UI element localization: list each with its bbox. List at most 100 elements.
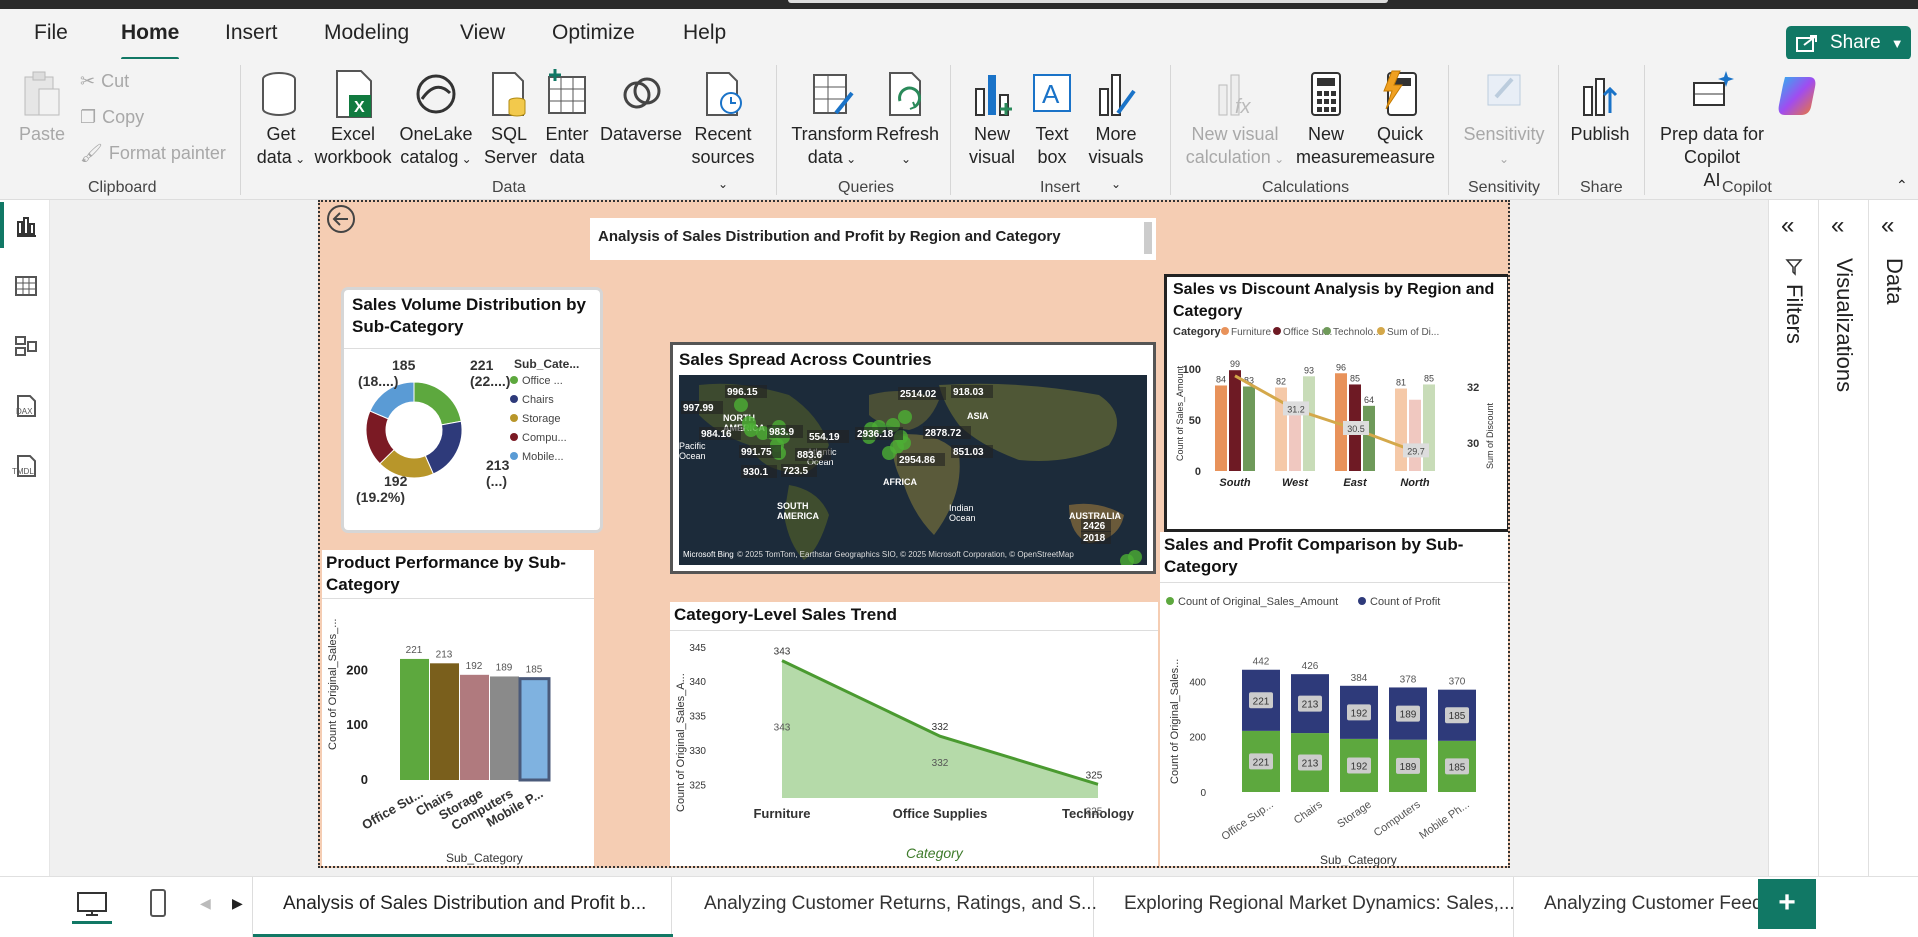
report-page: Analysis of Sales Distribution and Profi… <box>318 200 1510 868</box>
map-bubble[interactable] <box>898 410 912 424</box>
back-arrow-icon[interactable] <box>326 204 356 234</box>
svd-bar[interactable] <box>1395 388 1407 471</box>
scroll-left-icon[interactable]: ◀ <box>200 895 211 912</box>
tag-icon <box>1487 74 1521 106</box>
recent-sources-button[interactable]: Recent sources ⌄ <box>688 69 758 196</box>
menu-help[interactable]: Help <box>683 21 726 45</box>
format-painter-button[interactable]: 🖌 Format painter <box>80 143 226 164</box>
copilot-button[interactable] <box>1772 69 1822 123</box>
sales-profit-tile[interactable]: Sales and Profit Comparison by Sub-Categ… <box>1160 532 1508 866</box>
publish-button[interactable]: Publish <box>1566 69 1634 146</box>
new-visual-calculation-button[interactable]: fx New visual calculation ⌄ <box>1180 69 1290 171</box>
paste-button[interactable]: Paste <box>18 69 66 146</box>
tab-page-2[interactable]: Analyzing Customer Returns, Ratings, and… <box>672 877 1097 937</box>
tmdl-view-icon[interactable]: TMDL <box>12 454 42 478</box>
divider <box>240 65 241 195</box>
svd-bar[interactable] <box>1409 399 1421 471</box>
menu-view[interactable]: View <box>460 21 505 45</box>
y-tick: 340 <box>689 677 706 688</box>
map-tile[interactable]: Sales Spread Across Countries NORTH AMERI… <box>670 342 1156 574</box>
collapse-ribbon-icon[interactable]: ⌃ <box>1896 177 1908 194</box>
map-data-label: 2426 <box>1083 521 1106 532</box>
desktop-view-icon[interactable] <box>76 889 108 919</box>
sensitivity-button[interactable]: Sensitivity ⌄ <box>1454 69 1554 171</box>
report-view-icon[interactable] <box>14 214 38 238</box>
dataverse-button[interactable]: Dataverse <box>600 69 682 146</box>
copilot-icon <box>1778 77 1816 115</box>
map-bubble[interactable] <box>734 398 748 412</box>
svd-bar[interactable] <box>1243 386 1255 471</box>
x-tick: Computers <box>1372 798 1423 839</box>
product-performance-tile[interactable]: Product Performance by Sub-Category Coun… <box>322 550 594 866</box>
svd-bar[interactable] <box>1229 370 1241 471</box>
onelake-catalog-button[interactable]: OneLake catalog ⌄ <box>398 69 474 171</box>
cut-button[interactable]: ✂ Cut <box>80 71 129 92</box>
donut-chart-tile[interactable]: Sales Volume Distribution by Sub-Categor… <box>344 290 600 530</box>
svd-discount-line[interactable] <box>1234 374 1416 453</box>
refresh-button[interactable]: Refresh ⌄ <box>876 69 939 171</box>
svd-bar[interactable] <box>1363 405 1375 471</box>
excel-workbook-button[interactable]: X Excel workbook <box>313 69 393 169</box>
perf-bar[interactable] <box>490 676 519 780</box>
x-tick: Storage <box>1335 799 1373 831</box>
text-box-button[interactable]: A Text box <box>1024 69 1080 169</box>
scroll-right-icon[interactable]: ▶ <box>232 895 243 912</box>
dax-query-view-icon[interactable]: DAX <box>14 394 38 418</box>
search-box[interactable] <box>788 0 1388 3</box>
tab-page-4[interactable]: Analyzing Customer Feedb <box>1514 877 1758 937</box>
perf-bar[interactable] <box>518 677 551 782</box>
donut-slice[interactable] <box>424 420 463 475</box>
menu-insert[interactable]: Insert <box>225 21 278 45</box>
menu-optimize[interactable]: Optimize <box>552 21 635 45</box>
scrollbar[interactable] <box>1144 222 1152 254</box>
menu-modeling[interactable]: Modeling <box>324 21 409 45</box>
table-view-icon[interactable] <box>14 274 38 298</box>
perf-bar[interactable] <box>460 674 489 780</box>
copy-button[interactable]: ❐ Copy <box>80 107 144 128</box>
filter-icon <box>1785 259 1803 276</box>
map-bubble[interactable] <box>1128 550 1142 564</box>
sql-server-button[interactable]: SQL Server <box>484 69 537 169</box>
svd-bar[interactable] <box>1303 376 1315 471</box>
visualizations-label: Visualizations <box>1832 258 1857 393</box>
perf-data-label: 185 <box>526 665 543 676</box>
expand-icon[interactable]: « <box>1881 212 1894 240</box>
get-data-button[interactable]: Get data ⌄ <box>252 69 310 171</box>
donut-slice[interactable] <box>413 381 462 426</box>
expand-icon[interactable]: « <box>1831 212 1844 240</box>
map-chart[interactable]: NORTHAMERICAASIAAFRICASOUTHAMERICA AUSTRA… <box>679 375 1147 565</box>
menu-file[interactable]: File <box>34 21 68 45</box>
new-measure-button[interactable]: New measure <box>1296 69 1366 169</box>
quick-measure-button[interactable]: Quick measure <box>1362 69 1438 169</box>
spc-total-label: 442 <box>1253 657 1270 668</box>
menu-home[interactable]: Home <box>121 21 179 45</box>
add-page-button[interactable]: + <box>1758 879 1816 929</box>
more-visuals-button[interactable]: More visuals ⌄ <box>1082 69 1150 196</box>
prep-data-copilot-button[interactable]: Prep data for Copilot AI <box>1652 69 1772 192</box>
new-visual-button[interactable]: New visual <box>964 69 1020 169</box>
svd-bar[interactable] <box>1215 385 1227 471</box>
perf-bar[interactable] <box>430 663 459 780</box>
report-title-box[interactable]: Analysis of Sales Distribution and Profi… <box>590 218 1156 260</box>
tab-page-3[interactable]: Exploring Regional Market Dynamics: Sale… <box>1094 877 1515 937</box>
expand-icon[interactable]: « <box>1781 212 1794 240</box>
svd-bar[interactable] <box>1423 384 1435 471</box>
recent-icon <box>706 72 742 116</box>
legend-marker <box>1166 597 1174 605</box>
tab-page-1[interactable]: Analysis of Sales Distribution and Profi… <box>252 877 673 937</box>
share-button[interactable]: Share ▼ <box>1786 26 1911 60</box>
map-bubble[interactable] <box>882 446 896 460</box>
filters-pane-collapsed[interactable]: « Filters <box>1768 200 1818 876</box>
mobile-view-icon[interactable] <box>148 887 168 921</box>
category-trend-tile[interactable]: Category-Level Sales Trend Count of Orig… <box>670 602 1158 866</box>
enter-data-button[interactable]: Enter data <box>541 69 593 169</box>
chevron-down-icon: ⌄ <box>717 177 729 191</box>
model-view-icon[interactable] <box>14 334 38 358</box>
sales-vs-discount-tile[interactable]: Sales vs Discount Analysis by Region and… <box>1164 274 1508 532</box>
transform-data-button[interactable]: Transform data ⌄ <box>790 69 874 171</box>
data-pane-collapsed[interactable]: « Data <box>1868 200 1918 876</box>
map-bubble[interactable] <box>744 423 758 437</box>
visualizations-pane-collapsed[interactable]: « Visualizations <box>1818 200 1868 876</box>
trend-data-label: 332 <box>932 722 949 733</box>
perf-bar[interactable] <box>400 658 429 780</box>
